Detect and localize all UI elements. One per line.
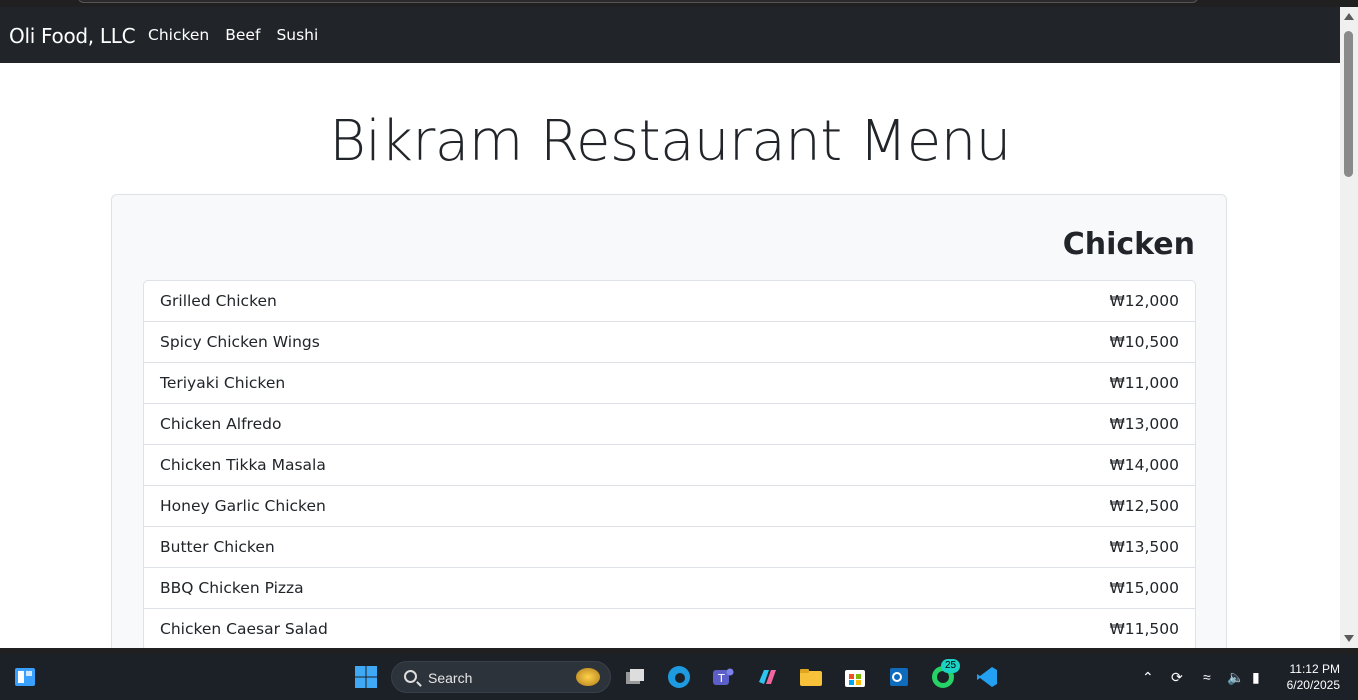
item-price: ₩13,500 <box>1109 538 1179 556</box>
widgets-icon[interactable] <box>10 662 40 692</box>
list-item: Teriyaki Chicken ₩11,000 <box>144 363 1195 404</box>
taskbar: Search T 25 ⌃ ⟳ ≈ 🔈 ▮ 11:12 PM 6/20/2025 <box>0 654 1358 700</box>
item-price: ₩11,000 <box>1109 374 1179 392</box>
navbar: Oli Food, LLC Chicken Beef Sushi <box>0 7 1340 63</box>
nav-links: Chicken Beef Sushi <box>148 26 318 44</box>
list-item: Chicken Caesar Salad ₩11,500 <box>144 609 1195 648</box>
svg-text:T: T <box>717 672 725 685</box>
scroll-up-icon[interactable] <box>1344 13 1354 20</box>
item-price: ₩11,500 <box>1109 620 1179 638</box>
item-name: Teriyaki Chicken <box>160 374 286 392</box>
wifi-icon[interactable]: ≈ <box>1203 669 1211 685</box>
item-price: ₩10,500 <box>1109 333 1179 351</box>
store-icon[interactable] <box>840 662 870 692</box>
list-item: Spicy Chicken Wings ₩10,500 <box>144 322 1195 363</box>
clock[interactable]: 11:12 PM 6/20/2025 <box>1287 661 1340 693</box>
list-item: Honey Garlic Chicken ₩12,500 <box>144 486 1195 527</box>
chevron-up-icon[interactable]: ⌃ <box>1142 669 1154 686</box>
task-view-icon[interactable] <box>620 662 650 692</box>
address-bar[interactable] <box>78 0 1198 3</box>
item-name: BBQ Chicken Pizza <box>160 579 304 597</box>
item-name: Grilled Chicken <box>160 292 277 310</box>
item-name: Chicken Alfredo <box>160 415 282 433</box>
navbar-brand[interactable]: Oli Food, LLC <box>9 24 136 48</box>
clock-date: 6/20/2025 <box>1286 678 1340 692</box>
list-item: Butter Chicken ₩13,500 <box>144 527 1195 568</box>
list-item: Chicken Tikka Masala ₩14,000 <box>144 445 1195 486</box>
item-price: ₩12,000 <box>1109 292 1179 310</box>
item-price: ₩14,000 <box>1109 456 1179 474</box>
page-title: Bikram Restaurant Menu <box>329 109 1011 174</box>
item-price: ₩12,500 <box>1109 497 1179 515</box>
battery-icon[interactable]: ▮ <box>1252 669 1260 686</box>
list-item: BBQ Chicken Pizza ₩15,000 <box>144 568 1195 609</box>
clock-time: 11:12 PM <box>1289 662 1340 676</box>
whatsapp-badge: 25 <box>941 659 961 673</box>
menu-card: Chicken Grilled Chicken ₩12,000 Spicy Chi… <box>111 194 1227 648</box>
teams-icon[interactable]: T <box>708 662 738 692</box>
list-item: Chicken Alfredo ₩13,000 <box>144 404 1195 445</box>
page-scrollbar[interactable] <box>1340 7 1358 648</box>
item-price: ₩13,000 <box>1109 415 1179 433</box>
search-label: Search <box>428 670 473 686</box>
item-price: ₩15,000 <box>1109 579 1179 597</box>
nav-link-sushi[interactable]: Sushi <box>276 26 318 44</box>
outlook-icon[interactable] <box>884 662 914 692</box>
browser-top-bar <box>0 0 1358 7</box>
item-name: Spicy Chicken Wings <box>160 333 320 351</box>
taskbar-search[interactable]: Search <box>391 661 611 693</box>
menu-list: Grilled Chicken ₩12,000 Spicy Chicken Win… <box>143 280 1196 648</box>
file-explorer-icon[interactable] <box>796 662 826 692</box>
item-name: Honey Garlic Chicken <box>160 497 326 515</box>
sync-icon[interactable]: ⟳ <box>1171 669 1183 686</box>
edge-icon[interactable] <box>664 662 694 692</box>
copilot-icon[interactable] <box>752 662 782 692</box>
nav-link-beef[interactable]: Beef <box>225 26 260 44</box>
item-name: Chicken Caesar Salad <box>160 620 328 638</box>
volume-muted-icon[interactable]: 🔈 <box>1227 669 1244 686</box>
section-title: Chicken <box>1062 227 1195 262</box>
search-highlight-icon <box>576 668 600 686</box>
vscode-icon[interactable] <box>972 662 1002 692</box>
item-name: Chicken Tikka Masala <box>160 456 326 474</box>
start-icon[interactable] <box>351 662 381 692</box>
list-item: Grilled Chicken ₩12,000 <box>144 281 1195 322</box>
nav-link-chicken[interactable]: Chicken <box>148 26 209 44</box>
item-name: Butter Chicken <box>160 538 275 556</box>
search-icon <box>404 670 417 683</box>
page-viewport: Oli Food, LLC Chicken Beef Sushi Bikram … <box>0 7 1340 648</box>
scrollbar-thumb[interactable] <box>1344 31 1353 177</box>
scroll-down-icon[interactable] <box>1344 635 1354 642</box>
